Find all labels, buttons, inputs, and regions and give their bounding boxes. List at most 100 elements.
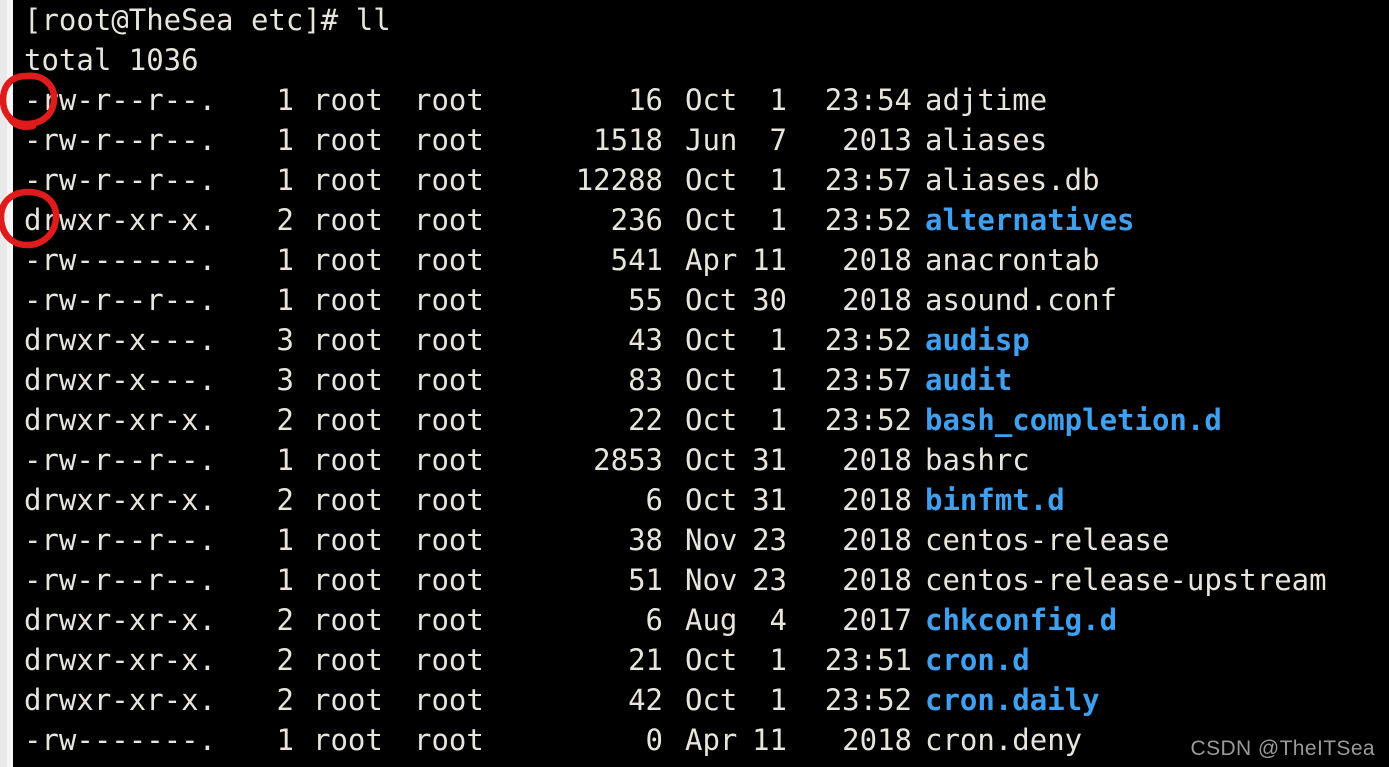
- file-name: centos-release: [925, 523, 1170, 557]
- file-owner: root: [313, 323, 383, 357]
- mtime-day: 1: [769, 683, 787, 717]
- file-owner: root: [313, 603, 383, 637]
- file-permissions: -rw-r--r--.: [24, 83, 217, 117]
- terminal-screen[interactable]: [root@TheSea etc]# ll total 1036 -rw-r--…: [13, 0, 1389, 767]
- file-name: aliases.db: [925, 163, 1100, 197]
- link-count: 2: [276, 403, 294, 437]
- mtime-day: 7: [769, 123, 787, 157]
- mtime-time: 23:52: [824, 323, 912, 357]
- link-count: 1: [276, 123, 294, 157]
- file-group: root: [414, 603, 484, 637]
- file-owner: root: [313, 483, 383, 517]
- file-group: root: [414, 203, 484, 237]
- total-line: total 1036: [24, 43, 199, 77]
- mtime-day: 1: [769, 403, 787, 437]
- file-group: root: [414, 523, 484, 557]
- file-name: cron.deny: [925, 723, 1083, 757]
- mtime-time: 2018: [842, 443, 912, 477]
- file-name: binfmt.d: [925, 483, 1065, 517]
- mtime-month: Oct: [685, 323, 738, 357]
- file-group: root: [414, 723, 484, 757]
- file-owner: root: [313, 163, 383, 197]
- mtime-day: 23: [752, 523, 787, 557]
- csdn-watermark: CSDN @TheITSea: [1190, 737, 1375, 760]
- link-count: 1: [276, 523, 294, 557]
- link-count: 2: [276, 203, 294, 237]
- mtime-month: Aug: [685, 603, 738, 637]
- window-left-border: [0, 0, 13, 767]
- mtime-time: 23:57: [824, 363, 912, 397]
- file-permissions: drwxr-xr-x.: [24, 403, 217, 437]
- file-name: anacrontab: [925, 243, 1100, 277]
- file-owner: root: [313, 683, 383, 717]
- file-size: 6: [645, 483, 663, 517]
- file-permissions: -rw-r--r--.: [24, 123, 217, 157]
- file-name: asound.conf: [925, 283, 1118, 317]
- file-owner: root: [313, 523, 383, 557]
- link-count: 3: [276, 323, 294, 357]
- mtime-day: 1: [769, 363, 787, 397]
- link-count: 1: [276, 243, 294, 277]
- file-permissions: drwxr-xr-x.: [24, 683, 217, 717]
- link-count: 1: [276, 283, 294, 317]
- file-permissions: drwxr-xr-x.: [24, 483, 217, 517]
- mtime-month: Oct: [685, 83, 738, 117]
- file-size: 1518: [593, 123, 663, 157]
- file-group: root: [414, 363, 484, 397]
- mtime-day: 1: [769, 203, 787, 237]
- file-permissions: -rw-r--r--.: [24, 443, 217, 477]
- mtime-time: 2018: [842, 283, 912, 317]
- file-name: chkconfig.d: [925, 603, 1118, 637]
- file-owner: root: [313, 563, 383, 597]
- mtime-time: 2018: [842, 523, 912, 557]
- file-group: root: [414, 83, 484, 117]
- file-group: root: [414, 643, 484, 677]
- file-size: 2853: [593, 443, 663, 477]
- mtime-time: 23:52: [824, 203, 912, 237]
- file-permissions: drwxr-xr-x.: [24, 643, 217, 677]
- file-name: adjtime: [925, 83, 1048, 117]
- mtime-month: Nov: [685, 563, 738, 597]
- mtime-time: 23:54: [824, 83, 912, 117]
- link-count: 1: [276, 723, 294, 757]
- mtime-time: 2013: [842, 123, 912, 157]
- file-owner: root: [313, 283, 383, 317]
- file-name: alternatives: [925, 203, 1135, 237]
- file-name: bashrc: [925, 443, 1030, 477]
- mtime-time: 23:52: [824, 683, 912, 717]
- file-name: centos-release-upstream: [925, 563, 1327, 597]
- mtime-day: 1: [769, 323, 787, 357]
- file-group: root: [414, 323, 484, 357]
- file-size: 0: [645, 723, 663, 757]
- shell-prompt-line: [root@TheSea etc]# ll: [24, 3, 391, 37]
- mtime-time: 2018: [842, 723, 912, 757]
- link-count: 1: [276, 443, 294, 477]
- file-group: root: [414, 683, 484, 717]
- mtime-day: 4: [769, 603, 787, 637]
- mtime-day: 31: [752, 483, 787, 517]
- link-count: 3: [276, 363, 294, 397]
- mtime-month: Oct: [685, 643, 738, 677]
- mtime-day: 23: [752, 563, 787, 597]
- mtime-time: 2018: [842, 483, 912, 517]
- file-size: 16: [628, 83, 663, 117]
- file-group: root: [414, 283, 484, 317]
- file-group: root: [414, 403, 484, 437]
- mtime-month: Apr: [685, 243, 738, 277]
- file-permissions: -rw-r--r--.: [24, 163, 217, 197]
- link-count: 2: [276, 643, 294, 677]
- file-size: 22: [628, 403, 663, 437]
- mtime-month: Oct: [685, 443, 738, 477]
- file-group: root: [414, 443, 484, 477]
- mtime-month: Oct: [685, 283, 738, 317]
- file-owner: root: [313, 83, 383, 117]
- mtime-day: 31: [752, 443, 787, 477]
- mtime-day: 1: [769, 163, 787, 197]
- mtime-month: Oct: [685, 163, 738, 197]
- mtime-day: 1: [769, 83, 787, 117]
- link-count: 1: [276, 563, 294, 597]
- file-owner: root: [313, 123, 383, 157]
- mtime-month: Apr: [685, 723, 738, 757]
- file-name: bash_completion.d: [925, 403, 1222, 437]
- file-group: root: [414, 563, 484, 597]
